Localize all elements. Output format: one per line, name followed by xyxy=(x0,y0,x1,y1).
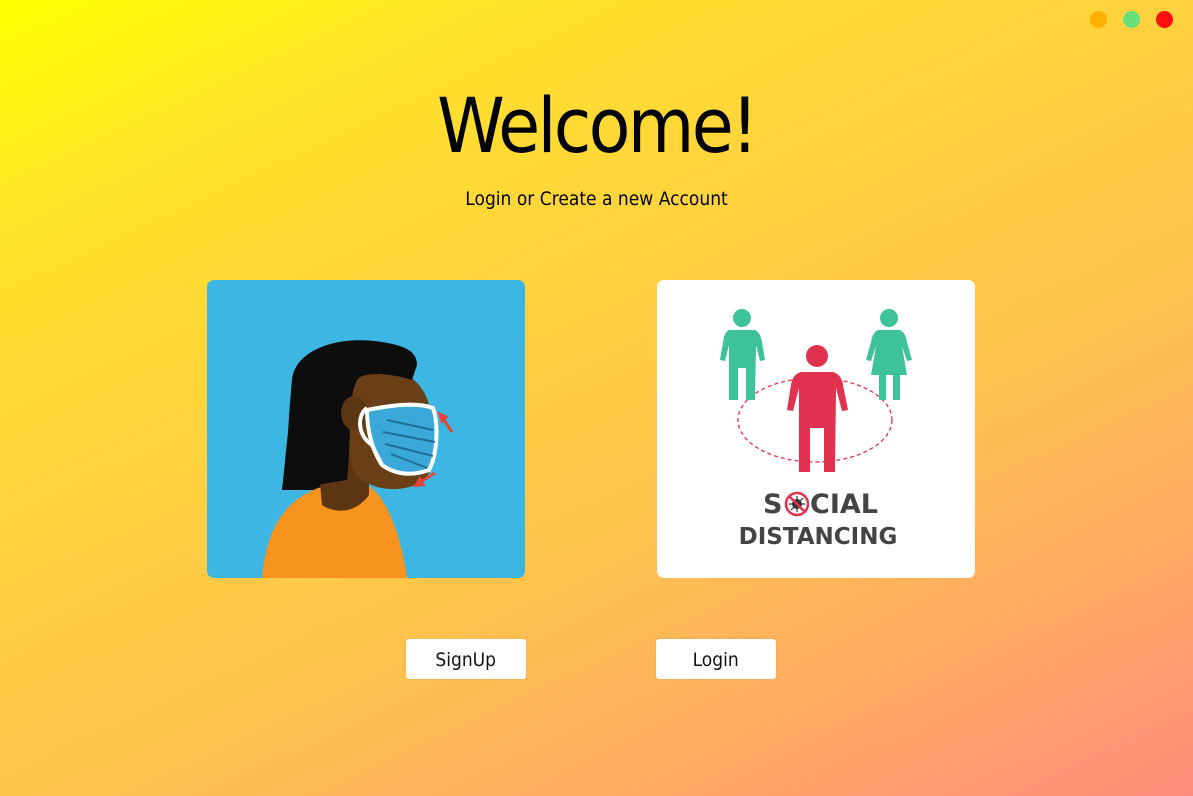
login-button-label: Login xyxy=(692,649,740,671)
login-button[interactable]: Login xyxy=(656,639,776,679)
distancing-text: DISTANCING xyxy=(739,524,898,550)
close-button[interactable] xyxy=(1156,11,1173,28)
woman-face-mask-icon xyxy=(262,340,454,578)
social-text-s: S xyxy=(763,489,782,520)
maximize-button[interactable] xyxy=(1123,11,1140,28)
page-subtitle: Login or Create a new Account xyxy=(465,188,728,210)
social-text-cial: CIAL xyxy=(810,489,878,520)
face-mask-illustration xyxy=(207,280,525,578)
page-title: Welcome! xyxy=(437,81,758,170)
minimize-button[interactable] xyxy=(1090,11,1107,28)
signup-button[interactable]: SignUp xyxy=(406,639,526,679)
signup-button-label: SignUp xyxy=(435,649,497,671)
window-controls xyxy=(1090,11,1173,28)
virus-icon xyxy=(784,491,810,517)
social-distancing-illustration: S CIAL DISTANCING xyxy=(657,280,975,578)
social-distancing-icon: S CIAL DISTANCING xyxy=(720,309,912,550)
